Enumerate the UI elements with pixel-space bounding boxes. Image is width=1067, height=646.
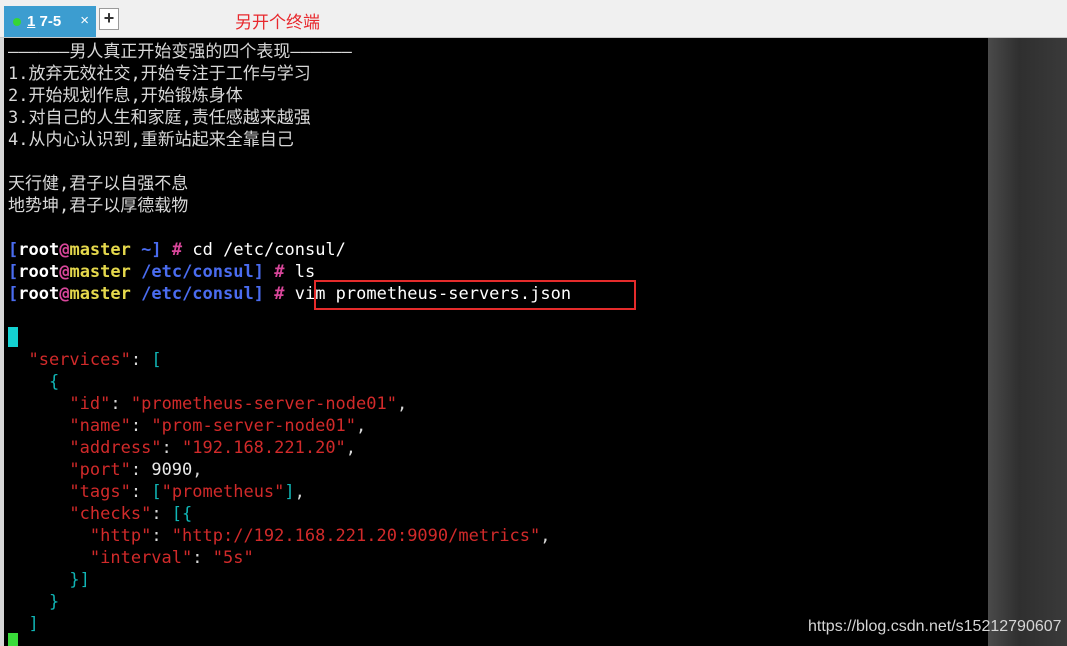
tab-label: 1 7-5 bbox=[27, 13, 61, 30]
prompt-host: master bbox=[69, 284, 131, 304]
command-text: cd /etc/consul/ bbox=[192, 240, 346, 260]
command-highlight-box bbox=[314, 280, 636, 310]
prompt-host: master bbox=[69, 262, 131, 282]
prompt-line-2: [root@master /etc/consul] # ls bbox=[8, 262, 316, 282]
json-key: "address" bbox=[69, 438, 162, 458]
prompt-user: root bbox=[18, 240, 60, 260]
json-close-brace: } bbox=[48, 592, 60, 612]
json-key: "id" bbox=[69, 394, 111, 414]
quote-line-2: 地势坤,君子以厚德载物 bbox=[8, 196, 189, 216]
json-key: "services" bbox=[28, 350, 131, 370]
prompt-cwd: ~ bbox=[141, 240, 152, 260]
prompt-symbol: # bbox=[274, 262, 285, 282]
json-close-array: ] bbox=[28, 614, 39, 634]
tab-bar: 1 7-5 × + 另开个终端 bbox=[0, 0, 1067, 38]
json-value: "prometheus-server-node01" bbox=[130, 394, 397, 414]
annotation-note: 另开个终端 bbox=[235, 13, 320, 33]
prompt-symbol: # bbox=[171, 240, 183, 260]
tab-title: 7-5 bbox=[39, 13, 62, 30]
prompt-host: master bbox=[69, 240, 131, 260]
close-tab-icon[interactable]: × bbox=[80, 12, 89, 29]
json-key: "interval" bbox=[89, 548, 193, 568]
json-close-checks: }] bbox=[69, 570, 90, 590]
json-open-brace: { bbox=[48, 372, 60, 392]
connected-status-icon bbox=[13, 18, 21, 26]
prompt-at: @ bbox=[59, 262, 70, 282]
json-tags-line: "tags": ["prometheus"], bbox=[69, 482, 305, 502]
json-port-line: "port": 9090, bbox=[69, 460, 203, 480]
json-value: 9090 bbox=[151, 460, 193, 480]
json-value: "http://192.168.221.20:9090/metrics" bbox=[171, 526, 541, 546]
quote-line-1: 天行健,君子以自强不息 bbox=[8, 174, 189, 194]
bottom-line-marker bbox=[8, 633, 18, 646]
terminal-scrollbar[interactable] bbox=[988, 38, 1067, 646]
prompt-cwd: /etc/consul bbox=[141, 262, 254, 282]
prompt-at: @ bbox=[59, 240, 70, 260]
banner-line-3: 3.对自己的人生和家庭,责任感越来越强 bbox=[8, 108, 311, 128]
banner-line-4: 4.从内心认识到,重新站起来全靠自己 bbox=[8, 130, 294, 150]
prompt-line-1: [root@master ~] # cd /etc/consul/ bbox=[8, 240, 346, 260]
text-cursor bbox=[8, 327, 18, 347]
banner-line-2: 2.开始规划作息,开始锻炼身体 bbox=[8, 86, 243, 106]
watermark-text: https://blog.csdn.net/s15212790607 bbox=[808, 618, 1062, 635]
json-id-line: "id": "prometheus-server-node01", bbox=[69, 394, 408, 414]
prompt-cwd: /etc/consul bbox=[141, 284, 254, 304]
json-key: "tags" bbox=[69, 482, 131, 502]
prompt-user: root bbox=[18, 262, 60, 282]
json-value: "5s" bbox=[212, 548, 254, 568]
json-key: "checks" bbox=[69, 504, 152, 524]
banner-title: ——————男人真正开始变强的四个表现—————— bbox=[8, 42, 352, 62]
json-services-line: "services": [ bbox=[28, 350, 162, 370]
json-address-line: "address": "192.168.221.20", bbox=[69, 438, 357, 458]
json-name-line: "name": "prom-server-node01", bbox=[69, 416, 367, 436]
json-checks-line: "checks": [{ bbox=[69, 504, 193, 524]
json-key: "port" bbox=[69, 460, 131, 480]
json-interval-line: "interval": "5s" bbox=[89, 548, 254, 568]
command-text: ls bbox=[294, 262, 316, 282]
json-http-line: "http": "http://192.168.221.20:9090/metr… bbox=[89, 526, 551, 546]
session-tab[interactable]: 1 7-5 × bbox=[4, 6, 96, 37]
prompt-at: @ bbox=[59, 284, 70, 304]
prompt-user: root bbox=[18, 284, 60, 304]
banner-line-1: 1.放弃无效社交,开始专注于工作与学习 bbox=[8, 64, 311, 84]
json-value: "192.168.221.20" bbox=[182, 438, 346, 458]
json-key: "http" bbox=[89, 526, 152, 546]
json-value: "prom-server-node01" bbox=[151, 416, 357, 436]
new-tab-button[interactable]: + bbox=[99, 8, 119, 30]
json-key: "name" bbox=[69, 416, 131, 436]
tab-number: 1 bbox=[27, 13, 36, 30]
json-value: "prometheus" bbox=[161, 482, 285, 502]
prompt-symbol: # bbox=[274, 284, 285, 304]
